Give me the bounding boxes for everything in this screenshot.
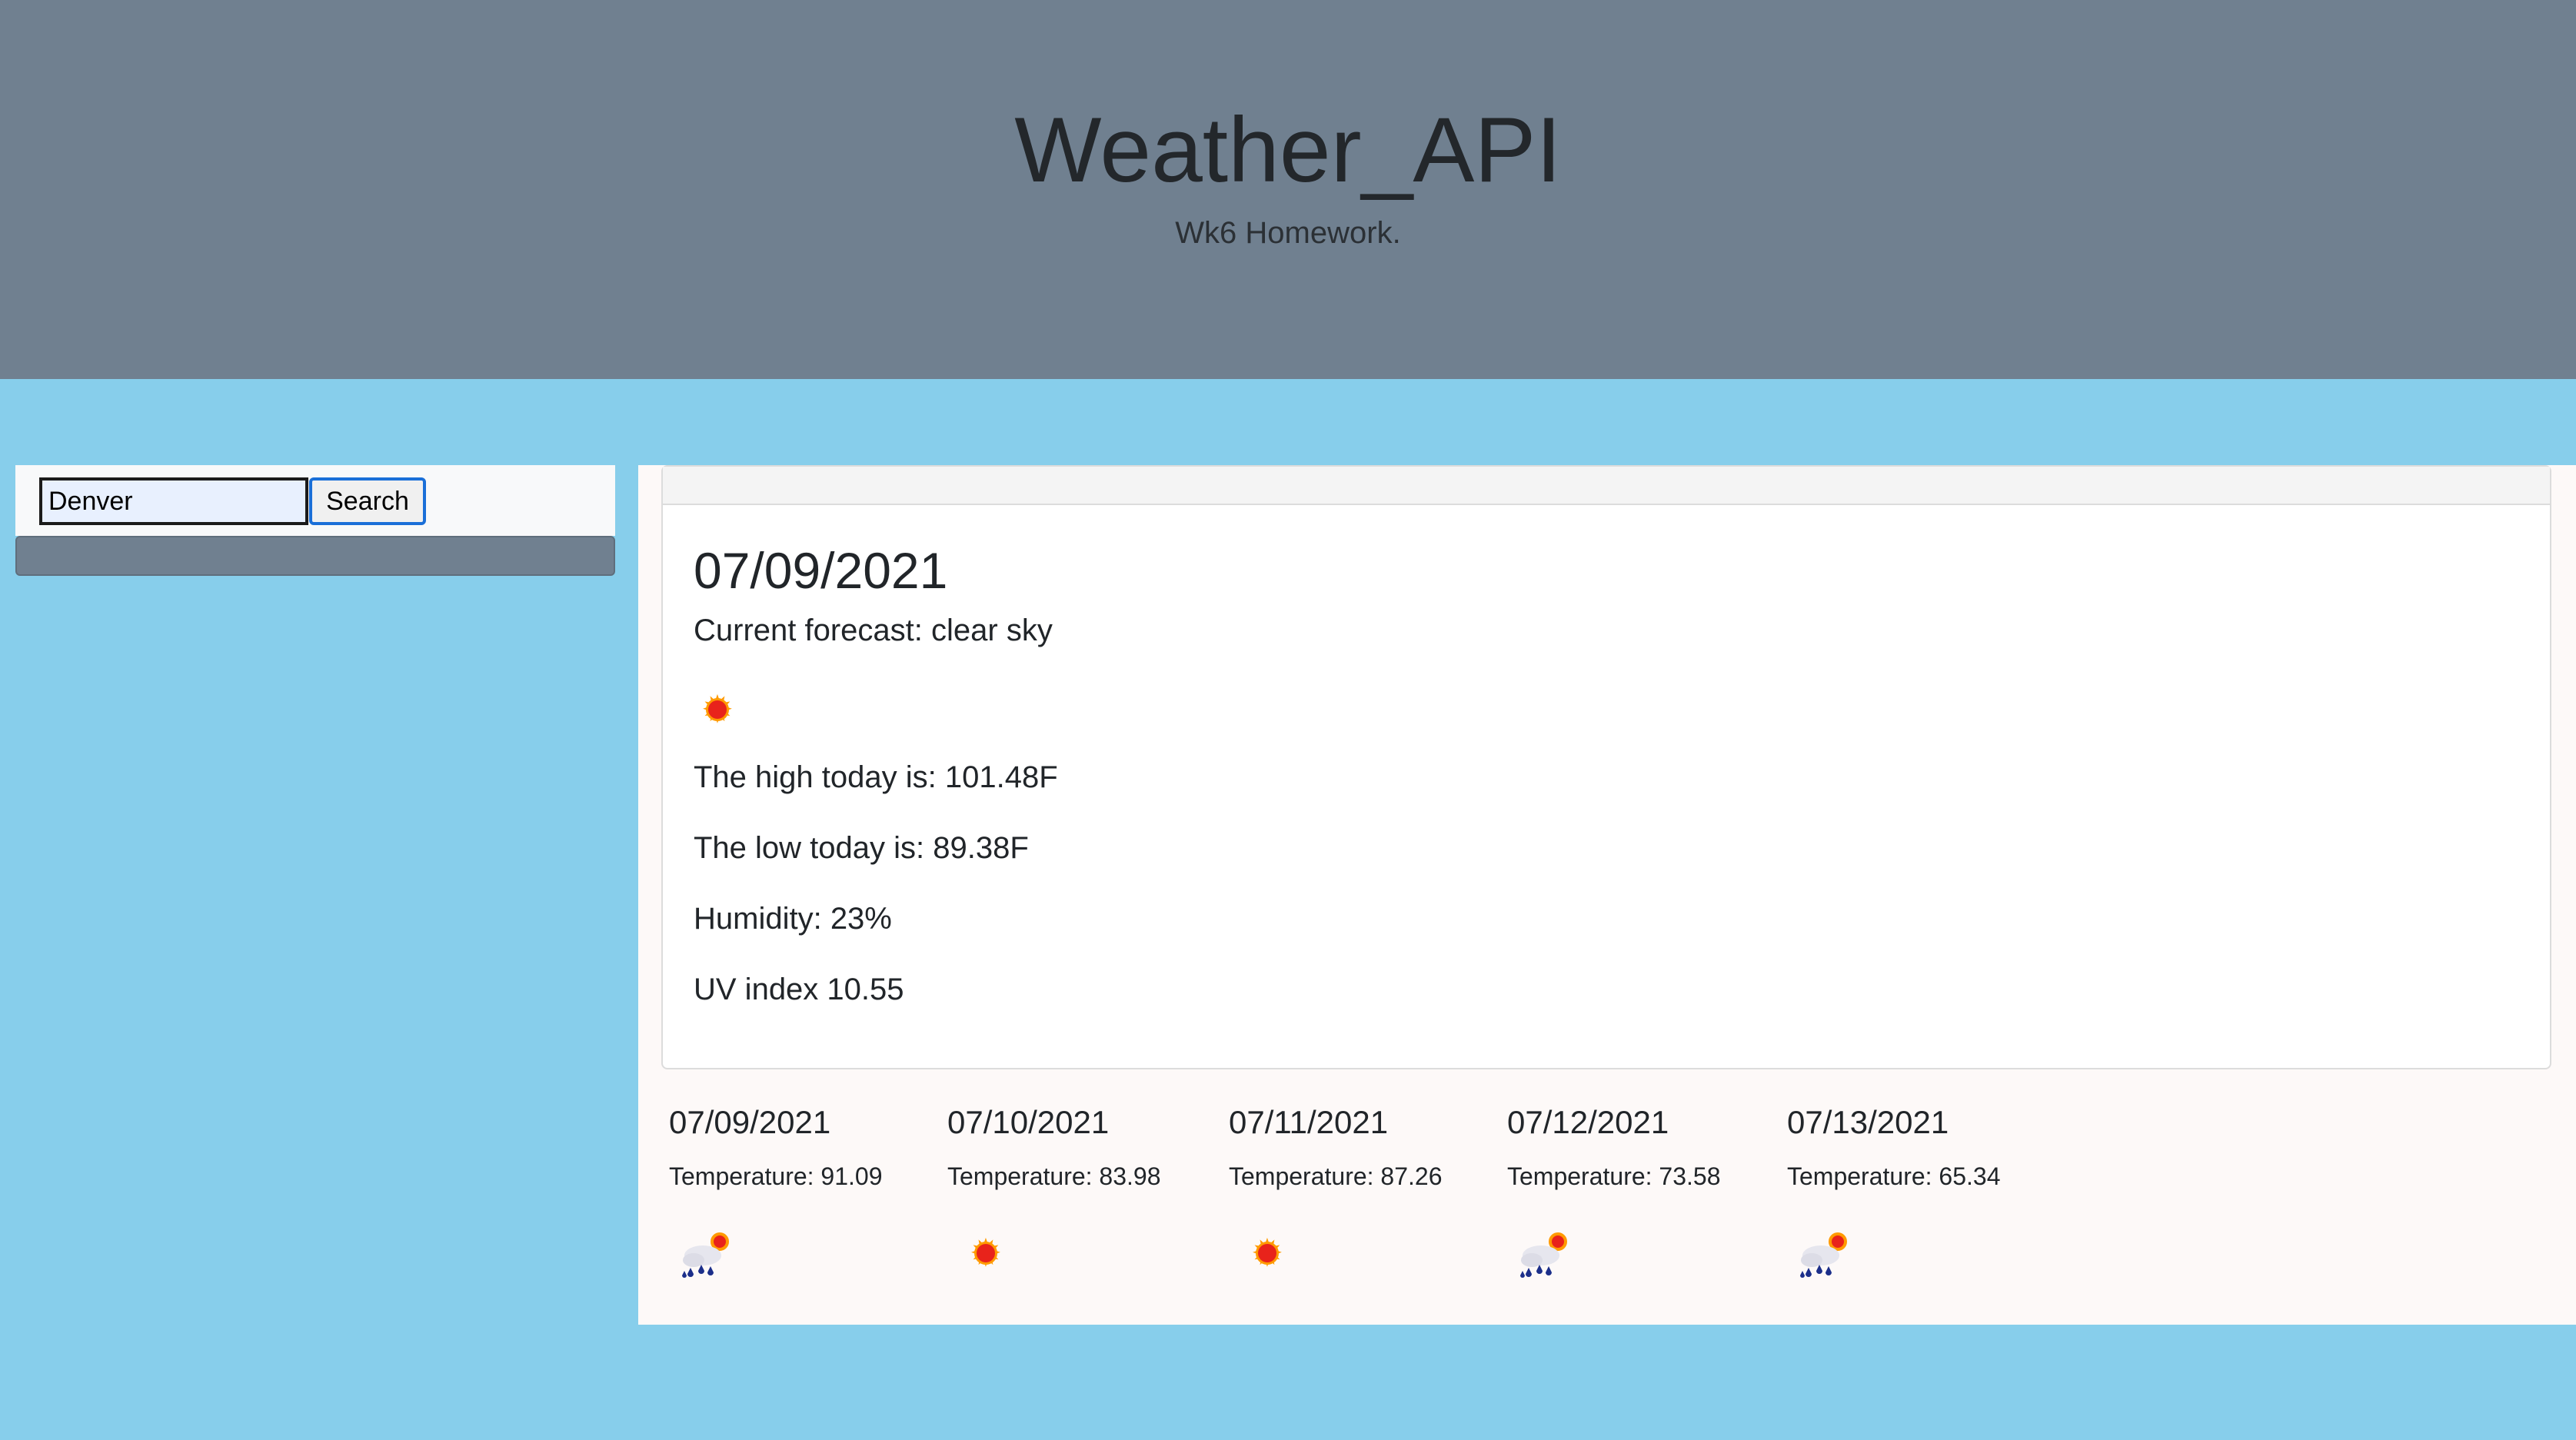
search-form: Search — [15, 465, 615, 536]
page-header: Weather_API Wk6 Homework. — [0, 0, 2576, 379]
forecast-temperature: Temperature: 73.58 — [1507, 1162, 1721, 1190]
forecast-day: 07/10/2021 Temperature: 83.98 ✹ — [947, 1096, 1209, 1295]
uv-index: UV index 10.55 — [694, 973, 904, 1006]
forecast-date: 07/13/2021 — [1787, 1104, 1949, 1140]
high-temp: The high today is: 101.48F — [694, 760, 1058, 794]
sun-icon: ✹ — [1248, 1234, 1286, 1272]
rain-sun-icon — [677, 1226, 738, 1280]
card-header — [663, 467, 2550, 505]
forecast-day: 07/09/2021 Temperature: 91.09 — [669, 1096, 930, 1295]
humidity: Humidity: 23% — [694, 902, 892, 936]
sun-icon: ✹ — [967, 1234, 1005, 1272]
forecast-day: 07/12/2021 Temperature: 73.58 — [1507, 1096, 1769, 1295]
forecast-temperature: Temperature: 87.26 — [1229, 1162, 1443, 1190]
page-title: Weather_API — [1014, 98, 1562, 201]
page-subtitle: Wk6 Homework. — [1175, 216, 1401, 250]
rain-sun-icon — [1515, 1226, 1576, 1280]
search-button[interactable]: Search — [309, 477, 426, 525]
current-weather-card: 07/09/2021 Current forecast: clear sky ✹… — [661, 465, 2551, 1069]
current-date: 07/09/2021 — [694, 542, 948, 599]
city-search-input[interactable] — [39, 477, 308, 525]
forecast-date: 07/12/2021 — [1507, 1104, 1669, 1140]
forecast-date: 07/09/2021 — [669, 1104, 831, 1140]
forecast-temperature: Temperature: 83.98 — [947, 1162, 1161, 1190]
forecast-day: 07/11/2021 Temperature: 87.26 ✹ — [1229, 1096, 1490, 1295]
sidebar: Search — [15, 465, 615, 577]
current-forecast-text: Current forecast: clear sky — [694, 614, 1053, 647]
forecast-temperature: Temperature: 65.34 — [1787, 1162, 2001, 1190]
low-temp: The low today is: 89.38F — [694, 831, 1029, 865]
forecast-temperature: Temperature: 91.09 — [669, 1162, 883, 1190]
sun-icon: ✹ — [698, 690, 737, 729]
forecast-day: 07/13/2021 Temperature: 65.34 — [1787, 1096, 2048, 1295]
search-history-list[interactable] — [15, 536, 615, 576]
forecast-date: 07/10/2021 — [947, 1104, 1110, 1140]
weather-panel: 07/09/2021 Current forecast: clear sky ✹… — [638, 465, 2576, 1325]
forecast-date: 07/11/2021 — [1229, 1104, 1389, 1140]
rain-sun-icon — [1795, 1226, 1856, 1280]
